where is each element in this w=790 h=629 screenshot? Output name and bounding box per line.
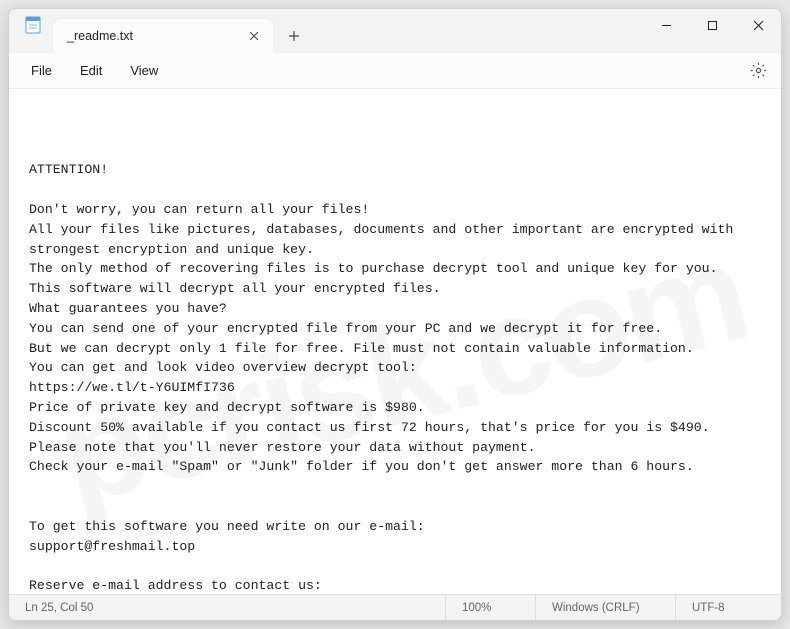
- text-line: To get this software you need write on o…: [29, 517, 761, 537]
- text-line: [29, 180, 761, 200]
- menu-view[interactable]: View: [116, 59, 172, 82]
- close-button[interactable]: [735, 9, 781, 41]
- maximize-button[interactable]: [689, 9, 735, 41]
- notepad-window: _readme.txt File Edit View: [8, 8, 782, 621]
- text-line: You can send one of your encrypted file …: [29, 319, 761, 339]
- text-line: What guarantees you have?: [29, 299, 761, 319]
- settings-button[interactable]: [743, 56, 773, 86]
- text-line: The only method of recovering files is t…: [29, 259, 761, 279]
- text-editor-area[interactable]: pcrisk.com ATTENTION!Don't worry, you ca…: [9, 89, 781, 594]
- text-line: ATTENTION!: [29, 160, 761, 180]
- status-encoding: UTF-8: [675, 595, 765, 620]
- text-line: support@freshmail.top: [29, 537, 761, 557]
- text-line: This software will decrypt all your encr…: [29, 279, 761, 299]
- menu-bar: File Edit View: [9, 53, 781, 89]
- menu-edit[interactable]: Edit: [66, 59, 116, 82]
- text-line: But we can decrypt only 1 file for free.…: [29, 339, 761, 359]
- title-bar: _readme.txt: [9, 9, 781, 53]
- text-line: Please note that you'll never restore yo…: [29, 438, 761, 458]
- document-tab[interactable]: _readme.txt: [53, 19, 273, 53]
- text-line: All your files like pictures, databases,…: [29, 220, 761, 260]
- menu-file[interactable]: File: [17, 59, 66, 82]
- window-controls: [643, 9, 781, 53]
- tab-title: _readme.txt: [67, 29, 245, 43]
- notepad-app-icon: [23, 15, 43, 35]
- close-tab-icon[interactable]: [245, 27, 263, 45]
- text-line: Don't worry, you can return all your fil…: [29, 200, 761, 220]
- text-line: Price of private key and decrypt softwar…: [29, 398, 761, 418]
- text-line: [29, 497, 761, 517]
- status-bar: Ln 25, Col 50 100% Windows (CRLF) UTF-8: [9, 594, 781, 620]
- status-zoom[interactable]: 100%: [445, 595, 535, 620]
- document-text: ATTENTION! Don't worry, you can return al…: [29, 160, 761, 594]
- text-line: Discount 50% available if you contact us…: [29, 418, 761, 438]
- text-line: Reserve e-mail address to contact us:: [29, 576, 761, 594]
- status-eol: Windows (CRLF): [535, 595, 675, 620]
- text-line: You can get and look video overview decr…: [29, 358, 761, 378]
- text-line: https://we.tl/t-Y6UIMfI736: [29, 378, 761, 398]
- text-line: [29, 477, 761, 497]
- text-line: [29, 556, 761, 576]
- text-line: Check your e-mail "Spam" or "Junk" folde…: [29, 457, 761, 477]
- status-cursor-position: Ln 25, Col 50: [25, 602, 445, 614]
- minimize-button[interactable]: [643, 9, 689, 41]
- new-tab-button[interactable]: [277, 19, 311, 53]
